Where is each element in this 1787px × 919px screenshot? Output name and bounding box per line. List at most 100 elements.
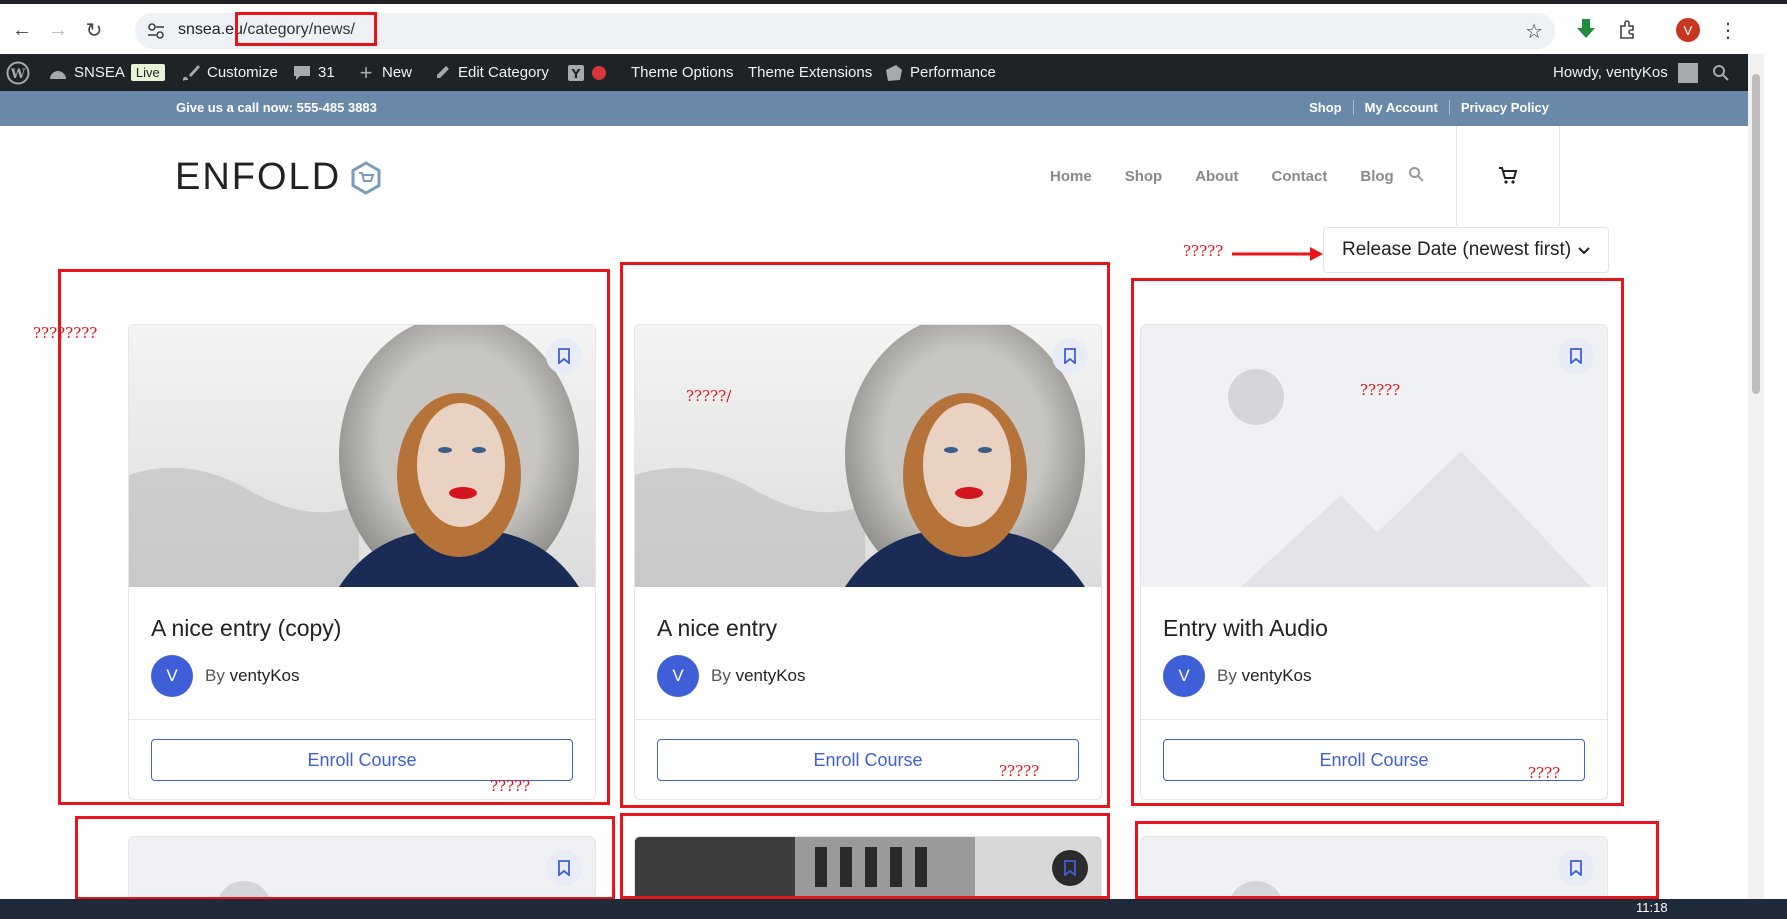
course-title[interactable]: A nice entry (copy) xyxy=(151,615,341,642)
os-taskbar: 11:18 xyxy=(0,899,1787,919)
admin-theme-extensions[interactable]: Theme Extensions xyxy=(748,54,872,91)
bookmark-star-icon[interactable]: ☆ xyxy=(1525,19,1543,44)
annotation-text: ????? xyxy=(1183,242,1224,260)
annotation-text: ???????? xyxy=(33,324,98,342)
forward-icon[interactable]: → xyxy=(44,16,72,44)
profile-avatar[interactable]: V xyxy=(1676,18,1700,42)
performance-icon xyxy=(884,63,904,83)
course-thumbnail[interactable] xyxy=(129,325,595,587)
winter-portrait-image xyxy=(129,325,595,587)
sort-selected-value: Release Date (newest first) xyxy=(1342,239,1572,260)
comments-icon xyxy=(292,63,312,83)
bookmark-icon xyxy=(558,348,570,364)
winter-portrait-image xyxy=(635,325,1101,587)
svg-text:Y: Y xyxy=(571,67,581,81)
scrollbar-thumb[interactable] xyxy=(1752,74,1760,394)
bookmark-button[interactable] xyxy=(546,338,582,374)
cart-icon xyxy=(1499,167,1518,184)
header-search-icon[interactable] xyxy=(1408,166,1424,187)
course-thumbnail[interactable] xyxy=(635,325,1101,587)
author-name[interactable]: ventyKos xyxy=(1242,666,1312,685)
call-us-text: Give us a call now: 555-485 3883 xyxy=(176,100,377,115)
annotation-arrow xyxy=(1232,247,1323,261)
admin-performance[interactable]: Performance xyxy=(884,54,996,91)
author-name[interactable]: ventyKos xyxy=(736,666,806,685)
card-divider xyxy=(635,719,1101,720)
course-card-partial[interactable] xyxy=(634,836,1102,906)
admin-theme-options[interactable]: Theme Options xyxy=(631,54,734,91)
top-info-bar: Give us a call now: 555-485 3883 Shop My… xyxy=(0,91,1748,126)
back-icon[interactable]: ← xyxy=(8,16,36,44)
top-link-shop[interactable]: Shop xyxy=(1298,100,1353,115)
nav-blog[interactable]: Blog xyxy=(1360,168,1393,185)
reload-icon[interactable]: ↻ xyxy=(80,16,108,44)
extensions-icon[interactable] xyxy=(1614,16,1642,44)
download-icon[interactable] xyxy=(1572,16,1600,44)
annotation-text: ???? xyxy=(1528,764,1561,782)
annotation-text: ????? xyxy=(1360,381,1401,399)
admin-customize[interactable]: Customize xyxy=(181,54,278,91)
dashboard-icon xyxy=(48,63,68,83)
bookmark-button[interactable] xyxy=(546,850,582,886)
annotation-text: ????? xyxy=(490,777,531,795)
course-card[interactable]: A nice entry (copy) V By ventyKos Enroll… xyxy=(128,324,596,800)
wordpress-logo-icon[interactable]: W xyxy=(6,54,30,91)
admin-new[interactable]: + New xyxy=(356,54,412,91)
enroll-course-button[interactable]: Enroll Course xyxy=(151,739,573,781)
author-avatar[interactable]: V xyxy=(657,655,699,697)
course-title[interactable]: A nice entry xyxy=(657,615,777,642)
paintbrush-icon xyxy=(181,63,201,83)
yoast-seo-icon[interactable]: Y xyxy=(566,54,606,91)
enroll-course-button[interactable]: Enroll Course xyxy=(1163,739,1585,781)
admin-howdy[interactable]: Howdy, ventyKos xyxy=(1553,54,1698,91)
annotation-text: ?????/ xyxy=(686,387,732,405)
image-placeholder-icon xyxy=(216,881,272,906)
admin-site-name[interactable]: SNSEA Live xyxy=(48,54,165,91)
top-link-privacy-policy[interactable]: Privacy Policy xyxy=(1448,100,1560,115)
nav-shop[interactable]: Shop xyxy=(1125,168,1163,185)
author-avatar[interactable]: V xyxy=(1163,655,1205,697)
course-author: V By ventyKos xyxy=(657,655,806,697)
nav-about[interactable]: About xyxy=(1195,168,1238,185)
bookmark-icon xyxy=(1570,860,1582,876)
card-divider xyxy=(129,719,595,720)
cart-hexagon-logo-icon xyxy=(351,160,381,195)
page-scrollbar[interactable] xyxy=(1748,54,1764,899)
plus-icon: + xyxy=(359,59,373,85)
course-title[interactable]: Entry with Audio xyxy=(1163,615,1328,642)
pencil-icon xyxy=(432,63,452,83)
admin-edit-category[interactable]: Edit Category xyxy=(432,54,549,91)
bookmark-icon xyxy=(558,860,570,876)
course-card-partial[interactable] xyxy=(128,836,596,906)
chevron-down-icon xyxy=(1578,247,1590,255)
course-card-partial[interactable] xyxy=(1140,836,1608,906)
cart-button[interactable] xyxy=(1456,126,1560,226)
menu-kebab-icon[interactable]: ⋮ xyxy=(1714,16,1742,44)
author-avatar[interactable]: V xyxy=(151,655,193,697)
seo-status-dot xyxy=(592,65,606,80)
top-link-my-account[interactable]: My Account xyxy=(1352,100,1449,115)
nav-contact[interactable]: Contact xyxy=(1272,168,1328,185)
bookmark-button[interactable] xyxy=(1052,850,1088,886)
live-badge: Live xyxy=(130,64,165,81)
sort-select[interactable]: Release Date (newest first) xyxy=(1323,227,1609,273)
wp-admin-bar: W SNSEA Live Customize 31 + New Edit Cat… xyxy=(0,54,1748,91)
bookmark-button[interactable] xyxy=(1558,338,1594,374)
bookmark-button[interactable] xyxy=(1558,850,1594,886)
admin-comments[interactable]: 31 xyxy=(292,54,335,91)
author-name[interactable]: ventyKos xyxy=(230,666,300,685)
main-nav: Home Shop About Contact Blog xyxy=(1050,168,1394,185)
site-settings-icon[interactable] xyxy=(147,22,165,40)
admin-search-icon[interactable] xyxy=(1712,54,1730,91)
image-placeholder-icon xyxy=(1228,881,1284,906)
site-header: ENFOLD Home Shop About Contact Blog xyxy=(0,126,1748,228)
course-thumbnail[interactable] xyxy=(1141,325,1607,587)
site-logo[interactable]: ENFOLD xyxy=(175,156,383,199)
address-bar[interactable]: snsea.eu/category/news/ ☆ xyxy=(135,13,1555,49)
nav-home[interactable]: Home xyxy=(1050,168,1092,185)
bookmark-icon xyxy=(1064,348,1076,364)
bookmark-icon xyxy=(1570,348,1582,364)
course-author: V By ventyKos xyxy=(151,655,300,697)
bookmark-button[interactable] xyxy=(1052,338,1088,374)
course-author: V By ventyKos xyxy=(1163,655,1312,697)
